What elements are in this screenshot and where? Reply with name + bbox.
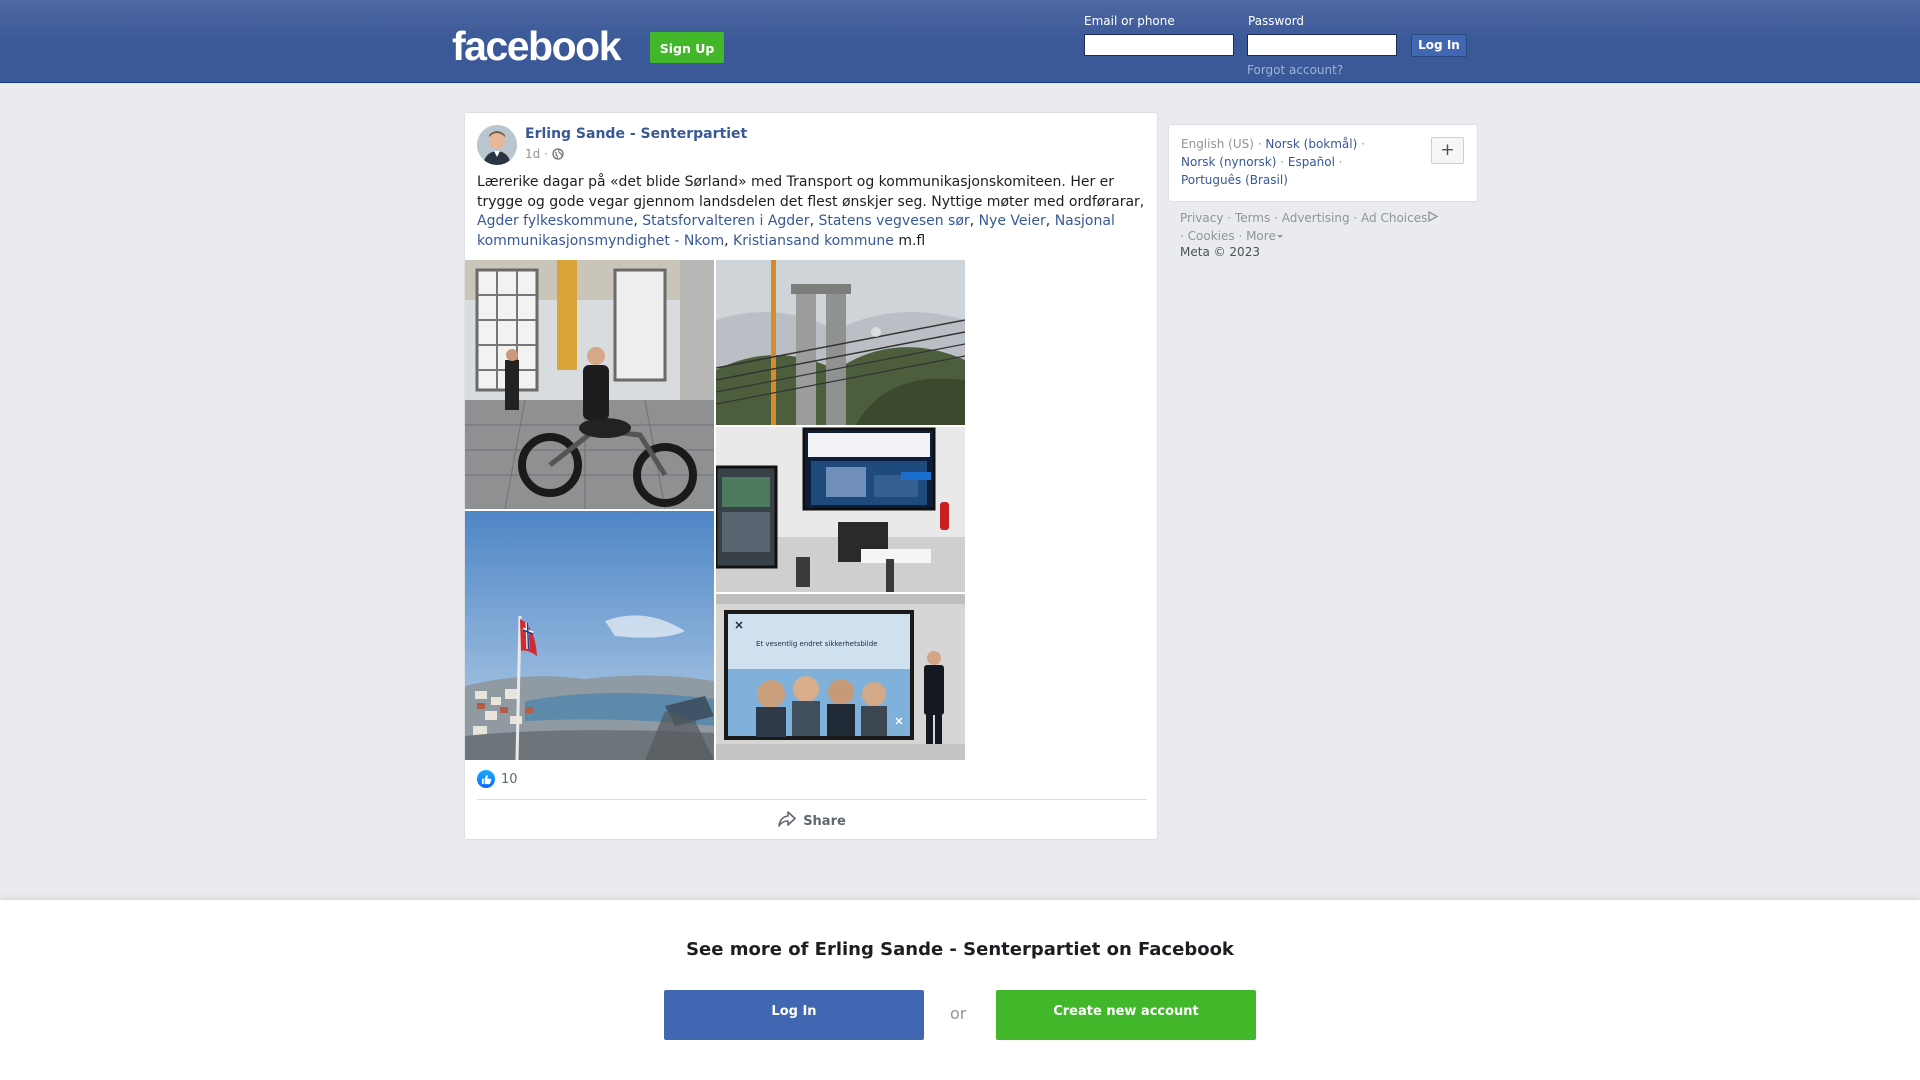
more-label: More bbox=[1246, 229, 1276, 243]
banner-title: See more of Erling Sande - Senterpartiet… bbox=[686, 939, 1234, 960]
mention-link[interactable]: Statsforvalteren i Agder bbox=[642, 213, 809, 229]
post-intro-text: Lærerike dagar på «det blide Sørland» me… bbox=[477, 174, 1145, 210]
footer-links: Privacy · Terms · Advertising · Ad Choic… bbox=[1180, 209, 1480, 245]
ad-choices-icon bbox=[1427, 210, 1439, 225]
footer-link-more[interactable]: More bbox=[1246, 229, 1284, 243]
facebook-logo[interactable]: facebook bbox=[452, 22, 622, 70]
mention-link[interactable]: Nye Veier bbox=[979, 213, 1046, 229]
ad-choices-label: Ad Choices bbox=[1361, 211, 1428, 225]
post-photo[interactable] bbox=[716, 427, 965, 592]
banner-login-button[interactable]: Log In bbox=[664, 990, 924, 1040]
mention-link[interactable]: Kristiansand kommune bbox=[733, 233, 894, 249]
globe-icon bbox=[552, 148, 564, 160]
post-author-link[interactable]: Erling Sande - Senterpartiet bbox=[525, 126, 747, 142]
copyright-text: Meta © 2023 bbox=[1180, 245, 1260, 259]
language-link[interactable]: Norsk (bokmål) bbox=[1265, 137, 1357, 151]
share-button[interactable]: Share bbox=[477, 806, 1147, 836]
reactions-summary[interactable]: 10 bbox=[477, 770, 518, 788]
create-account-button[interactable]: Create new account bbox=[996, 990, 1256, 1040]
post-photo[interactable] bbox=[465, 260, 714, 509]
caret-down-icon bbox=[1276, 229, 1284, 243]
email-field[interactable] bbox=[1084, 34, 1234, 56]
language-link[interactable]: Português (Brasil) bbox=[1181, 173, 1288, 187]
password-label: Password bbox=[1248, 14, 1305, 28]
post-timestamp[interactable]: 1d bbox=[525, 147, 540, 161]
post-photo[interactable]: Et vesentlig endret sikkerhetsbilde bbox=[716, 594, 965, 760]
more-languages-button[interactable]: + bbox=[1431, 137, 1464, 164]
mention-separator: , bbox=[724, 232, 734, 249]
post-photo[interactable] bbox=[716, 260, 965, 425]
avatar[interactable] bbox=[477, 125, 517, 165]
language-list: English (US) · Norsk (bokmål) · Norsk (n… bbox=[1181, 137, 1365, 187]
share-label: Share bbox=[803, 813, 846, 829]
language-current: English (US) bbox=[1181, 137, 1254, 151]
post-outro-text: m.fl bbox=[898, 232, 926, 249]
language-link[interactable]: Norsk (nynorsk) bbox=[1181, 155, 1276, 169]
slide-title-text: Et vesentlig endret sikkerhetsbilde bbox=[756, 640, 877, 648]
action-divider bbox=[477, 799, 1147, 800]
post-photo[interactable] bbox=[465, 511, 714, 760]
mention-separator: , bbox=[969, 213, 979, 229]
footer-link-cookies[interactable]: Cookies bbox=[1188, 229, 1235, 243]
mention-link[interactable]: Statens vegvesen sør bbox=[818, 213, 969, 229]
banner-or-text: or bbox=[950, 1004, 967, 1023]
meta-separator: · bbox=[544, 147, 549, 161]
mention-separator: , bbox=[633, 213, 643, 229]
sign-up-button[interactable]: Sign Up bbox=[650, 32, 724, 63]
post-card: Erling Sande - Senterpartiet 1d · Læreri… bbox=[464, 112, 1158, 840]
share-icon bbox=[778, 811, 796, 831]
top-navigation-bar: facebook Sign Up Email or phone Password… bbox=[0, 0, 1920, 83]
post-meta: 1d · bbox=[525, 147, 564, 161]
mention-link[interactable]: Agder fylkeskommune bbox=[477, 213, 633, 229]
mention-separator: , bbox=[1045, 213, 1055, 229]
post-body-text: Lærerike dagar på «det blide Sørland» me… bbox=[477, 173, 1149, 251]
email-label: Email or phone bbox=[1084, 14, 1175, 28]
like-count: 10 bbox=[501, 771, 518, 787]
footer-link-terms[interactable]: Terms bbox=[1235, 211, 1270, 225]
forgot-account-link[interactable]: Forgot account? bbox=[1247, 63, 1343, 77]
footer-link-privacy[interactable]: Privacy bbox=[1180, 211, 1223, 225]
header-login-button[interactable]: Log In bbox=[1411, 34, 1467, 57]
login-prompt-banner bbox=[0, 900, 1920, 1080]
language-selector-box: English (US) · Norsk (bokmål) · Norsk (n… bbox=[1168, 124, 1478, 202]
footer-link-advertising[interactable]: Advertising bbox=[1282, 211, 1350, 225]
footer-link-ad-choices[interactable]: Ad Choices bbox=[1361, 210, 1439, 225]
like-icon bbox=[477, 770, 495, 788]
password-field[interactable] bbox=[1247, 34, 1397, 56]
language-link[interactable]: Español bbox=[1288, 155, 1335, 169]
